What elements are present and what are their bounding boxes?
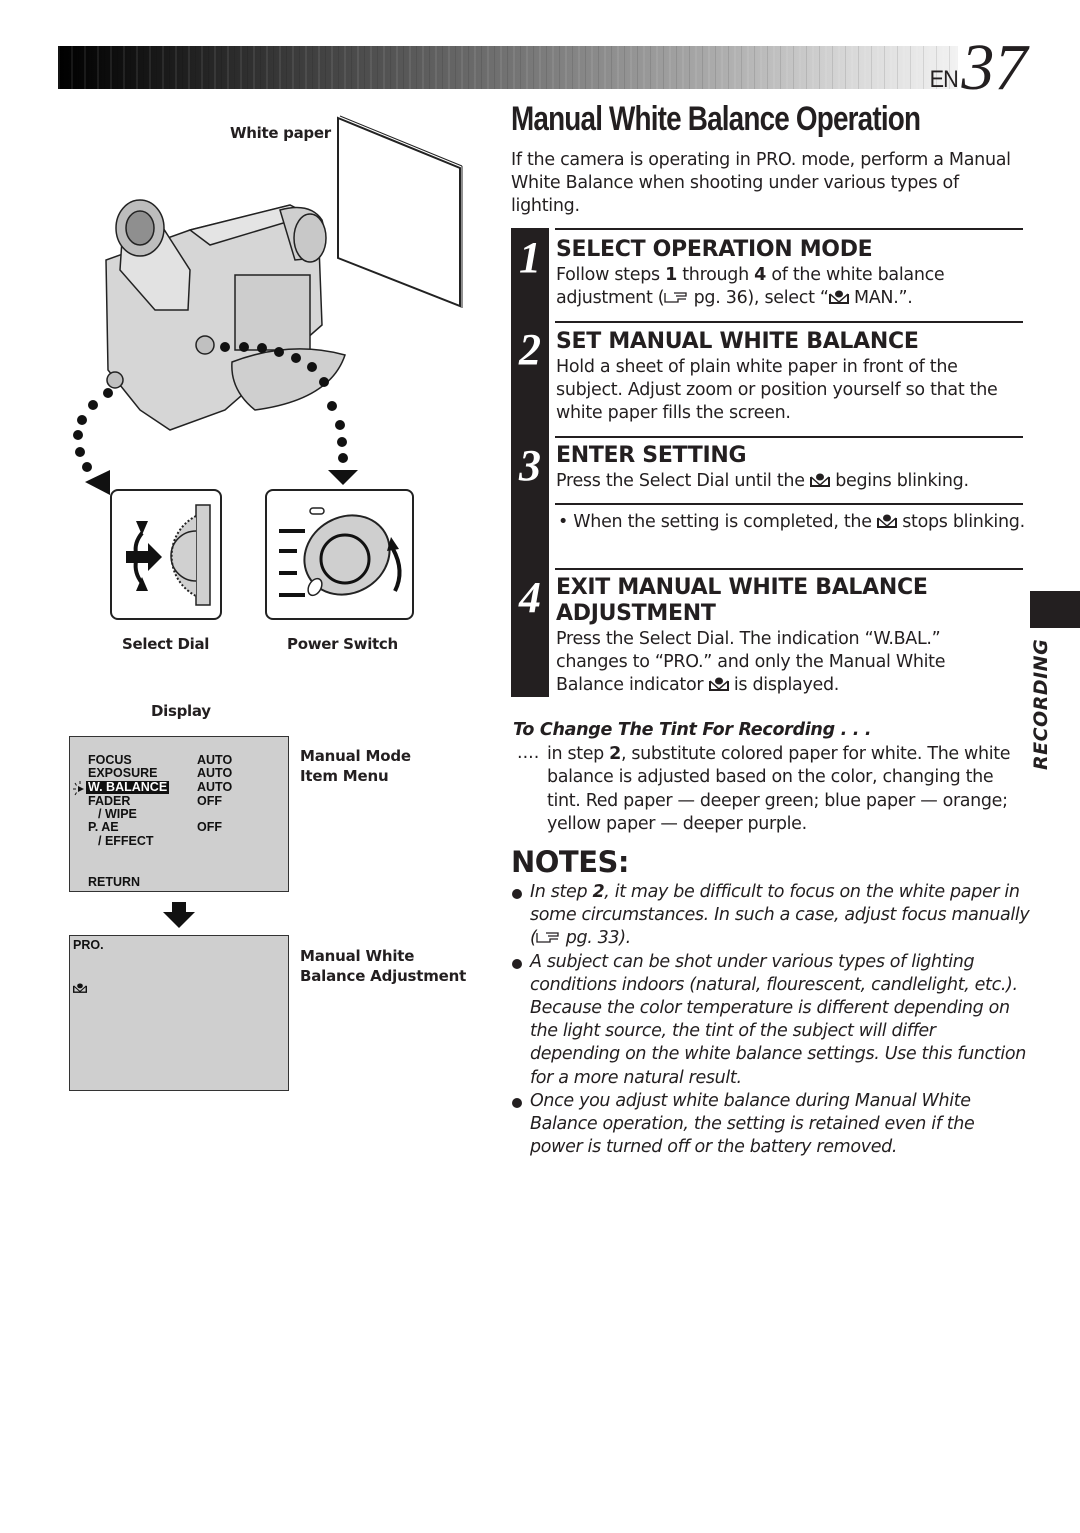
- select-dial-label: Select Dial: [122, 635, 210, 653]
- osd-item-exposure: EXPOSURE: [88, 766, 158, 780]
- osd-item-pae: P. AE: [88, 820, 119, 834]
- header-gradient-bar: [58, 46, 958, 89]
- bullet-icon: [512, 889, 522, 899]
- dotted-arrow-left: [73, 388, 113, 495]
- arrow-down-icon: [163, 902, 195, 928]
- step-4-title-line1: EXIT MANUAL WHITE BALANCE: [556, 575, 928, 600]
- osd-menu-caption-line2: Item Menu: [300, 767, 389, 785]
- manual-white-balance-icon: [876, 514, 897, 528]
- osd-value-fader: OFF: [197, 794, 222, 808]
- osd-value-white-balance: AUTO: [197, 780, 233, 794]
- text: Follow steps: [556, 265, 666, 285]
- step-3-rule: [555, 436, 1023, 438]
- page-number: EN 37: [928, 30, 1028, 104]
- note-item: Once you adjust white balance during Man…: [510, 1090, 1030, 1160]
- bullet: •: [558, 512, 574, 532]
- text: in step: [547, 744, 610, 764]
- display-label: Display: [151, 702, 211, 720]
- note-item: A subject can be shot under various type…: [510, 951, 1030, 1090]
- text-bold: 4: [754, 265, 767, 285]
- text: Once you adjust white balance during Man…: [530, 1090, 975, 1158]
- notes-heading: NOTES:: [511, 845, 630, 879]
- section-tab-label: RECORDING: [1030, 638, 1052, 770]
- manual-white-balance-icon: [73, 983, 87, 993]
- bullet-icon: [512, 958, 522, 969]
- page-title: Manual White Balance Operation: [511, 100, 921, 138]
- tint-body: in step 2, substitute colored paper for …: [547, 743, 1027, 836]
- step-3-note-rule: [555, 503, 1023, 505]
- osd-menu-caption: Manual Mode Item Menu: [300, 746, 411, 786]
- text: pg. 33).: [560, 928, 632, 949]
- white-paper-sheet: [337, 116, 461, 308]
- osd-item-white-balance: W. BALANCE: [86, 780, 170, 794]
- step-4-body: Press the Select Dial. The indication “W…: [556, 628, 976, 697]
- select-dial-diagram: [110, 489, 222, 620]
- osd-pro-caption: Manual White Balance Adjustment: [300, 946, 466, 986]
- text-bold: 1: [665, 265, 677, 285]
- power-switch-diagram: [265, 489, 414, 620]
- step-1-body: Follow steps 1 through 4 of the white ba…: [556, 264, 1026, 310]
- step-3-note: • When the setting is completed, the sto…: [556, 511, 1026, 534]
- text: stops blinking.: [896, 512, 1025, 532]
- step-3-title: ENTER SETTING: [556, 443, 747, 468]
- osd-item-effect: / EFFECT: [98, 834, 154, 848]
- page-prefix: EN: [929, 66, 959, 93]
- power-switch-icon: [279, 507, 402, 597]
- manual-white-balance-icon: [708, 677, 729, 691]
- intro-paragraph: If the camera is operating in PRO. mode,…: [511, 150, 1011, 216]
- step-1-title: SELECT OPERATION MODE: [556, 237, 873, 262]
- text: pg. 36), select “: [688, 288, 829, 308]
- text: through: [676, 265, 755, 285]
- step-3-body: Press the Select Dial until the begins b…: [556, 470, 1026, 493]
- step-2-number: 2: [519, 325, 541, 374]
- step-4-title-line2: ADJUSTMENT: [556, 601, 716, 626]
- pointing-hand-icon: [536, 932, 560, 944]
- pointing-hand-icon: [664, 292, 687, 303]
- osd-item-return: RETURN: [88, 875, 141, 889]
- osd-value-pae: OFF: [197, 820, 222, 834]
- text: Press the Select Dial until the: [556, 471, 810, 491]
- select-dial-icon: [126, 504, 211, 606]
- power-switch-label: Power Switch: [287, 635, 398, 653]
- manual-white-balance-icon: [809, 473, 830, 487]
- osd-menu-caption-line1: Manual Mode: [300, 747, 411, 765]
- step-4-number: 4: [519, 573, 541, 622]
- osd-pro-mode: PRO.: [73, 938, 104, 952]
- step-1-rule: [555, 228, 1023, 230]
- step-2-body: Hold a sheet of plain white paper in fro…: [556, 357, 998, 423]
- step-4-rule: [555, 568, 1023, 570]
- tint-lead-dots: ....: [517, 743, 540, 763]
- step-2-title: SET MANUAL WHITE BALANCE: [556, 329, 919, 354]
- text: is displayed.: [728, 675, 840, 695]
- text: MAN.”.: [848, 288, 913, 308]
- note-item: In step 2, it may be difficult to focus …: [510, 881, 1030, 951]
- text-bold: 2: [592, 882, 605, 902]
- camcorder-illustration: [73, 115, 463, 495]
- camcorder-icon: [105, 199, 346, 431]
- osd-pro-caption-line1: Manual White: [300, 947, 415, 965]
- manual-white-balance-icon: [828, 290, 849, 304]
- osd-value-exposure: AUTO: [197, 766, 233, 780]
- page-number-value: 37: [961, 30, 1028, 104]
- text: In step: [530, 882, 593, 902]
- step-1-number: 1: [519, 233, 541, 282]
- notes-list: In step 2, it may be difficult to focus …: [510, 881, 1030, 1159]
- osd-pro-screen: PRO.: [69, 935, 289, 1091]
- text: When the setting is completed, the: [573, 512, 877, 532]
- step-3-number: 3: [519, 441, 541, 490]
- tint-heading: To Change The Tint For Recording . . .: [513, 720, 872, 740]
- text: begins blinking.: [829, 471, 969, 491]
- bullet-icon: [512, 1097, 522, 1108]
- text-bold: 2: [609, 744, 621, 764]
- osd-pro-caption-line2: Balance Adjustment: [300, 967, 467, 985]
- step-2-rule: [555, 321, 1023, 323]
- osd-menu-screen: FOCUS AUTO EXPOSURE AUTO W. BALANCE AUTO…: [69, 736, 289, 892]
- text: A subject can be shot under various type…: [530, 951, 1026, 1088]
